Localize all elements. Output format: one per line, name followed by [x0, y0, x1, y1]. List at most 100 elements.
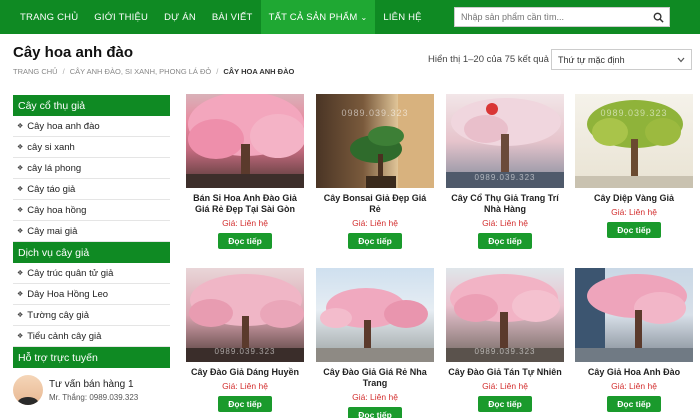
product-image[interactable]: 0989.039.323 — [446, 94, 564, 188]
result-count: Hiển thị 1–20 của 75 kết quả — [428, 54, 549, 65]
watermark: 0989.039.323 — [341, 108, 409, 118]
sidebar: Cây cổ thụ giả ❖ Cây hoa anh đào ❖ cây si … — [13, 95, 170, 412]
nav-posts[interactable]: BÀI VIẾT — [204, 0, 261, 34]
product-image[interactable]: 0989.039.323 — [575, 94, 693, 188]
product-name[interactable]: Cây Đào Giả Tán Tự Nhiên — [446, 367, 564, 378]
bullet-icon: ❖ — [17, 312, 24, 319]
sidebar-item[interactable]: ❖ Tường cây giả — [13, 305, 170, 326]
product-price: Giá: Liên hệ — [611, 207, 657, 217]
product-card[interactable]: Cây Giả Hoa Anh Đào Giá: Liên hệ Đọc tiế… — [575, 268, 693, 412]
breadcrumb-separator: / — [216, 67, 219, 76]
product-name[interactable]: Cây Đào Giả Giá Rẻ Nha Trang — [316, 367, 434, 389]
sort-select[interactable]: Thứ tự mặc định — [551, 49, 692, 70]
product-price: Giá: Liên hệ — [222, 218, 268, 228]
product-name[interactable]: Cây Giả Hoa Anh Đào — [575, 367, 693, 378]
bullet-icon: ❖ — [17, 207, 24, 214]
product-name[interactable]: Cây Đào Giả Dáng Huyền — [186, 367, 304, 378]
bullet-icon: ❖ — [17, 270, 24, 277]
product-name[interactable]: Bán Sỉ Hoa Anh Đào Giả Giá Rẻ Đẹp Tại Sà… — [186, 193, 304, 215]
support-contact[interactable]: Tư vấn bán hàng 1 Mr. Thắng: 0989.039.32… — [13, 368, 170, 412]
sidebar-item-label: Cây táo giả — [27, 183, 76, 195]
page-title: Cây hoa anh đào — [13, 44, 134, 61]
sidebar-item[interactable]: ❖ Cây trúc quân tử giả — [13, 263, 170, 284]
search-icon — [653, 12, 664, 23]
sidebar-item-label: Cây hoa anh đào — [27, 120, 100, 132]
product-card[interactable]: 0989.039.323 Cây Bonsai Giả Đẹp Giá Rẻ G… — [316, 94, 434, 249]
sidebar-item-label: Dây Hoa Hồng Leo — [27, 288, 109, 300]
chevron-down-icon: ⌄ — [360, 12, 368, 22]
sidebar-item-label: Tiểu cảnh cây giả — [27, 330, 102, 342]
sidebar-item[interactable]: ❖ Cây mai giả — [13, 221, 170, 242]
sidebar-item-label: Cây hoa hồng — [27, 204, 87, 216]
nav-all-products-label: TẤT CẢ SẢN PHẨM — [268, 11, 358, 23]
product-card[interactable]: 0989.039.323 Cây Đào Giả Dáng Huyền Giá:… — [186, 268, 304, 412]
product-card[interactable]: Cây Đào Giả Giá Rẻ Nha Trang Giá: Liên h… — [316, 268, 434, 418]
sidebar-item[interactable]: ❖ Cây hoa anh đào — [13, 116, 170, 137]
product-card[interactable]: 0989.039.323 Cây Diệp Vàng Giả Giá: Liên… — [575, 94, 693, 238]
product-image[interactable] — [186, 94, 304, 188]
read-more-button[interactable]: Đọc tiếp — [348, 407, 402, 418]
sidebar-heading-services: Dịch vụ cây giả — [13, 242, 170, 263]
read-more-button[interactable]: Đọc tiếp — [218, 396, 272, 412]
read-more-button[interactable]: Đọc tiếp — [607, 222, 661, 238]
sidebar-item[interactable]: ❖ Cây hoa hồng — [13, 200, 170, 221]
sidebar-item[interactable]: ❖ Dây Hoa Hồng Leo — [13, 284, 170, 305]
breadcrumb-home[interactable]: TRANG CHỦ — [13, 67, 58, 76]
watermark: 0989.039.323 — [600, 108, 668, 118]
product-image[interactable] — [316, 268, 434, 362]
avatar — [13, 375, 43, 405]
nav-projects[interactable]: DỰ ÁN — [156, 0, 204, 34]
product-card[interactable]: 0989.039.323 Cây Cổ Thụ Giả Trang Trí Nh… — [446, 94, 564, 249]
cherry-blossom-tree-image — [316, 288, 434, 362]
sidebar-item[interactable]: ❖ Cây táo giả — [13, 179, 170, 200]
chevron-down-icon — [677, 57, 685, 62]
product-image[interactable]: 0989.039.323 — [446, 268, 564, 362]
breadcrumb-separator: / — [62, 67, 65, 76]
read-more-button[interactable]: Đọc tiếp — [218, 233, 272, 249]
sidebar-item-label: Tường cây giả — [27, 309, 89, 321]
nav-contact[interactable]: LIÊN HỆ — [375, 0, 429, 34]
watermark: 0989.039.323 — [214, 347, 276, 356]
bullet-icon: ❖ — [17, 144, 24, 151]
read-more-button[interactable]: Đọc tiếp — [478, 233, 532, 249]
product-name[interactable]: Cây Cổ Thụ Giả Trang Trí Nhà Hàng — [446, 193, 564, 215]
product-price: Giá: Liên hệ — [222, 381, 268, 391]
bullet-icon: ❖ — [17, 228, 24, 235]
product-card[interactable]: 0989.039.323 Cây Đào Giả Tán Tự Nhiên Gi… — [446, 268, 564, 412]
sidebar-item-label: cây si xanh — [27, 141, 75, 153]
breadcrumb-category[interactable]: CÂY ANH ĐÀO, SI XANH, PHONG LÁ ĐỎ — [70, 67, 212, 76]
main-nav: TRANG CHỦ GIỚI THIỆU DỰ ÁN BÀI VIẾT TẤT … — [0, 0, 700, 34]
breadcrumb: TRANG CHỦ / CÂY ANH ĐÀO, SI XANH, PHONG … — [13, 67, 294, 76]
product-price: Giá: Liên hệ — [482, 381, 528, 391]
search-input[interactable] — [455, 8, 647, 26]
cherry-blossom-tree-image — [186, 94, 304, 188]
nav-home[interactable]: TRANG CHỦ — [0, 0, 86, 34]
sidebar-item[interactable]: ❖ Tiểu cảnh cây giả — [13, 326, 170, 347]
product-price: Giá: Liên hệ — [611, 381, 657, 391]
bullet-icon: ❖ — [17, 291, 24, 298]
search-box — [454, 7, 670, 27]
product-image[interactable]: 0989.039.323 — [186, 268, 304, 362]
sidebar-heading-fake-trees: Cây cổ thụ giả — [13, 95, 170, 116]
read-more-button[interactable]: Đọc tiếp — [478, 396, 532, 412]
product-name[interactable]: Cây Diệp Vàng Giả — [575, 193, 693, 204]
nav-about[interactable]: GIỚI THIỆU — [86, 0, 156, 34]
watermark: 0989.039.323 — [474, 173, 536, 182]
bullet-icon: ❖ — [17, 333, 24, 340]
support-name: Tư vấn bán hàng 1 — [49, 378, 134, 390]
nav-all-products[interactable]: TẤT CẢ SẢN PHẨM ⌄ — [260, 0, 376, 34]
sidebar-item[interactable]: ❖ cây si xanh — [13, 137, 170, 158]
product-card[interactable]: Bán Sỉ Hoa Anh Đào Giả Giá Rẻ Đẹp Tại Sà… — [186, 94, 304, 249]
product-name[interactable]: Cây Bonsai Giả Đẹp Giá Rẻ — [316, 193, 434, 215]
bullet-icon: ❖ — [17, 123, 24, 130]
cherry-blossom-tree-image — [575, 268, 693, 362]
bullet-icon: ❖ — [17, 165, 24, 172]
read-more-button[interactable]: Đọc tiếp — [607, 396, 661, 412]
sidebar-heading-support: Hỗ trợ trực tuyến — [13, 347, 170, 368]
sidebar-item[interactable]: ❖ cây lá phong — [13, 158, 170, 179]
product-image[interactable] — [575, 268, 693, 362]
search-button[interactable] — [647, 8, 669, 26]
read-more-button[interactable]: Đọc tiếp — [348, 233, 402, 249]
product-image[interactable]: 0989.039.323 — [316, 94, 434, 188]
support-phone: Mr. Thắng: 0989.039.323 — [49, 392, 139, 402]
